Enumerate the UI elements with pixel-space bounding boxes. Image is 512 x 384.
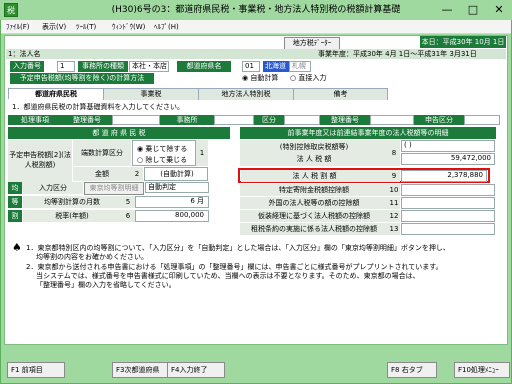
menu-view[interactable]: 表示(V) <box>39 20 69 34</box>
business-year: 事業年度：平成30年 4月 1日～平成31年 3月31日 <box>318 50 477 58</box>
menu-file[interactable]: ﾌｧｲﾙ(F) <box>3 20 33 34</box>
processing-item-label: 処理事項 <box>8 115 62 125</box>
tab-local-corporate-tax[interactable]: 地方法人特別税 <box>199 89 294 100</box>
calc-method-label: 予定申告税額(均等割を除く)の計算方法 <box>10 73 154 84</box>
f3-next-pref-button[interactable]: F3次都道府県 <box>112 362 170 378</box>
tax-rate-label: 税率(年額) <box>23 210 121 222</box>
office-type-label: 事務所の種類 <box>78 61 128 72</box>
today-date: 本日：平成30年 10月 1日(月) <box>420 36 506 58</box>
radio-auto-calc[interactable]: ◉ 自動計算 <box>242 73 278 84</box>
treaty-deduction-label: 租税条約の実施に係る法人税額の控除額 <box>240 223 388 235</box>
office-type-field[interactable]: 本社・本店 <box>129 61 169 72</box>
foreign-tax-label: 外国の法人税等の額の控除額 <box>240 197 388 209</box>
spade-icon: ♠ <box>12 241 22 254</box>
tou-label: 等 <box>8 196 22 208</box>
radio-multiply[interactable]: ◉ 乗じて除する <box>137 144 187 154</box>
special-deduction-field[interactable]: ( ) <box>401 140 495 152</box>
amount-label: 金額 <box>73 167 131 181</box>
tab-notes[interactable]: 備考 <box>294 89 388 100</box>
corporation-label: 1：法人名 <box>8 50 41 58</box>
fake-accounting-label: 仮装経理に基づく法人税額の控除額 <box>240 210 388 222</box>
f8-right-tab-button[interactable]: F8 右タブ <box>387 362 437 378</box>
prefecture-name-2: 札幌 <box>289 61 311 72</box>
wari-label: 割 <box>8 210 22 222</box>
reference-no-label-2: 整理番号 <box>320 115 370 125</box>
f4-finish-button[interactable]: F4入力終了 <box>167 362 225 378</box>
office-field[interactable] <box>214 115 254 125</box>
treaty-deduction-field[interactable] <box>401 223 495 235</box>
corp-tax-amount-label: (特別控除取戻税額等) 法 人 税 額 <box>240 140 388 166</box>
f10-menu-button[interactable]: F10処理ﾒﾆｭｰ <box>454 362 510 378</box>
donation-deduction-field[interactable] <box>401 184 495 196</box>
months-field[interactable]: 6 月 <box>135 196 209 208</box>
pref-tax-header: 都 道 府 県 民 税 <box>8 127 230 139</box>
input-category-select[interactable]: 自動判定 <box>145 182 209 193</box>
prev-year-header: 前事業年度又は前連結事業年度の法人税額等の明細 <box>240 127 496 139</box>
rounding-label: 端数計算区分 <box>73 140 131 166</box>
corp-tax-levy-label: 法 人 税 割 額 <box>241 170 388 182</box>
months-label: 均等割計算の月数 <box>23 196 121 208</box>
tokyo-breakdown-button[interactable]: 東京均等割明細 <box>84 182 144 195</box>
minimize-button[interactable]: — <box>434 0 460 20</box>
prefecture-name[interactable]: 北海道 <box>263 61 289 72</box>
corp-tax-field[interactable]: 59,472,000 <box>401 153 495 165</box>
prefecture-label: 都道府県名 <box>177 61 231 72</box>
prefecture-code-field[interactable]: 01 <box>242 61 260 72</box>
menu-bar: ﾌｧｲﾙ(F) 表示(V) ﾂｰﾙ(T) ｳｨﾝﾄﾞｳ(W) ﾍﾙﾌﾟ(H) <box>1 20 511 34</box>
input-category-label: 入力区分 <box>23 182 83 194</box>
menu-help[interactable]: ﾍﾙﾌﾟ(H) <box>151 20 182 34</box>
menu-window[interactable]: ｳｨﾝﾄﾞｳ(W) <box>109 20 148 34</box>
filing-type-field[interactable] <box>464 115 500 125</box>
filing-type-label: 申告区分 <box>414 115 464 125</box>
office-label: 事務所 <box>160 115 214 125</box>
input-no-label: 入力番号 <box>10 61 44 72</box>
kin-label: 均 <box>8 182 22 194</box>
foreign-tax-field[interactable] <box>401 197 495 209</box>
input-no-field[interactable]: 1 <box>57 61 75 72</box>
title-bar: 税 (H30)6号の3：都道府県民税・事業税・地方法人特別税の税額計算基礎 — … <box>0 0 512 20</box>
donation-deduction-label: 特定寄附金税額控除額 <box>240 184 388 196</box>
maximize-button[interactable]: □ <box>460 0 486 20</box>
tab-prefectural-tax[interactable]: 都道府県民税 <box>9 89 104 100</box>
menu-tools[interactable]: ﾂｰﾙ(T) <box>73 20 99 34</box>
fake-accounting-field[interactable] <box>401 210 495 222</box>
tab-bar: 都道府県民税 事業税 地方法人特別税 備考 <box>8 88 388 100</box>
close-button[interactable]: ✕ <box>486 0 512 20</box>
function-key-bar: F1 前項目 F3次都道府県 F4入力終了 F8 右タブ F10処理ﾒﾆｭｰ <box>4 362 510 380</box>
tax-rate-field[interactable]: 800,000 <box>135 210 209 222</box>
instruction-text: 1．都道府県民税の計算基礎資料を入力してください。 <box>12 103 185 111</box>
f1-prev-button[interactable]: F1 前項目 <box>7 362 65 378</box>
category-label: 区分 <box>254 115 284 125</box>
amount-field[interactable]: (自動計算) <box>144 167 208 181</box>
tab-business-tax[interactable]: 事業税 <box>104 89 199 100</box>
rounding-options: ◉ 乗じて除する ○ 除して乗じる <box>132 140 196 166</box>
reference-no-label: 整理番号 <box>62 115 112 125</box>
corp-tax-levy-field[interactable]: 2,378,880 <box>401 170 487 182</box>
category-field[interactable] <box>284 115 320 125</box>
reference-no-field[interactable] <box>112 115 160 125</box>
radio-direct-input[interactable]: ○ 直接入力 <box>290 73 326 84</box>
radio-divide[interactable]: ○ 除して乗じる <box>137 155 187 165</box>
reference-no-field-2[interactable] <box>370 115 414 125</box>
